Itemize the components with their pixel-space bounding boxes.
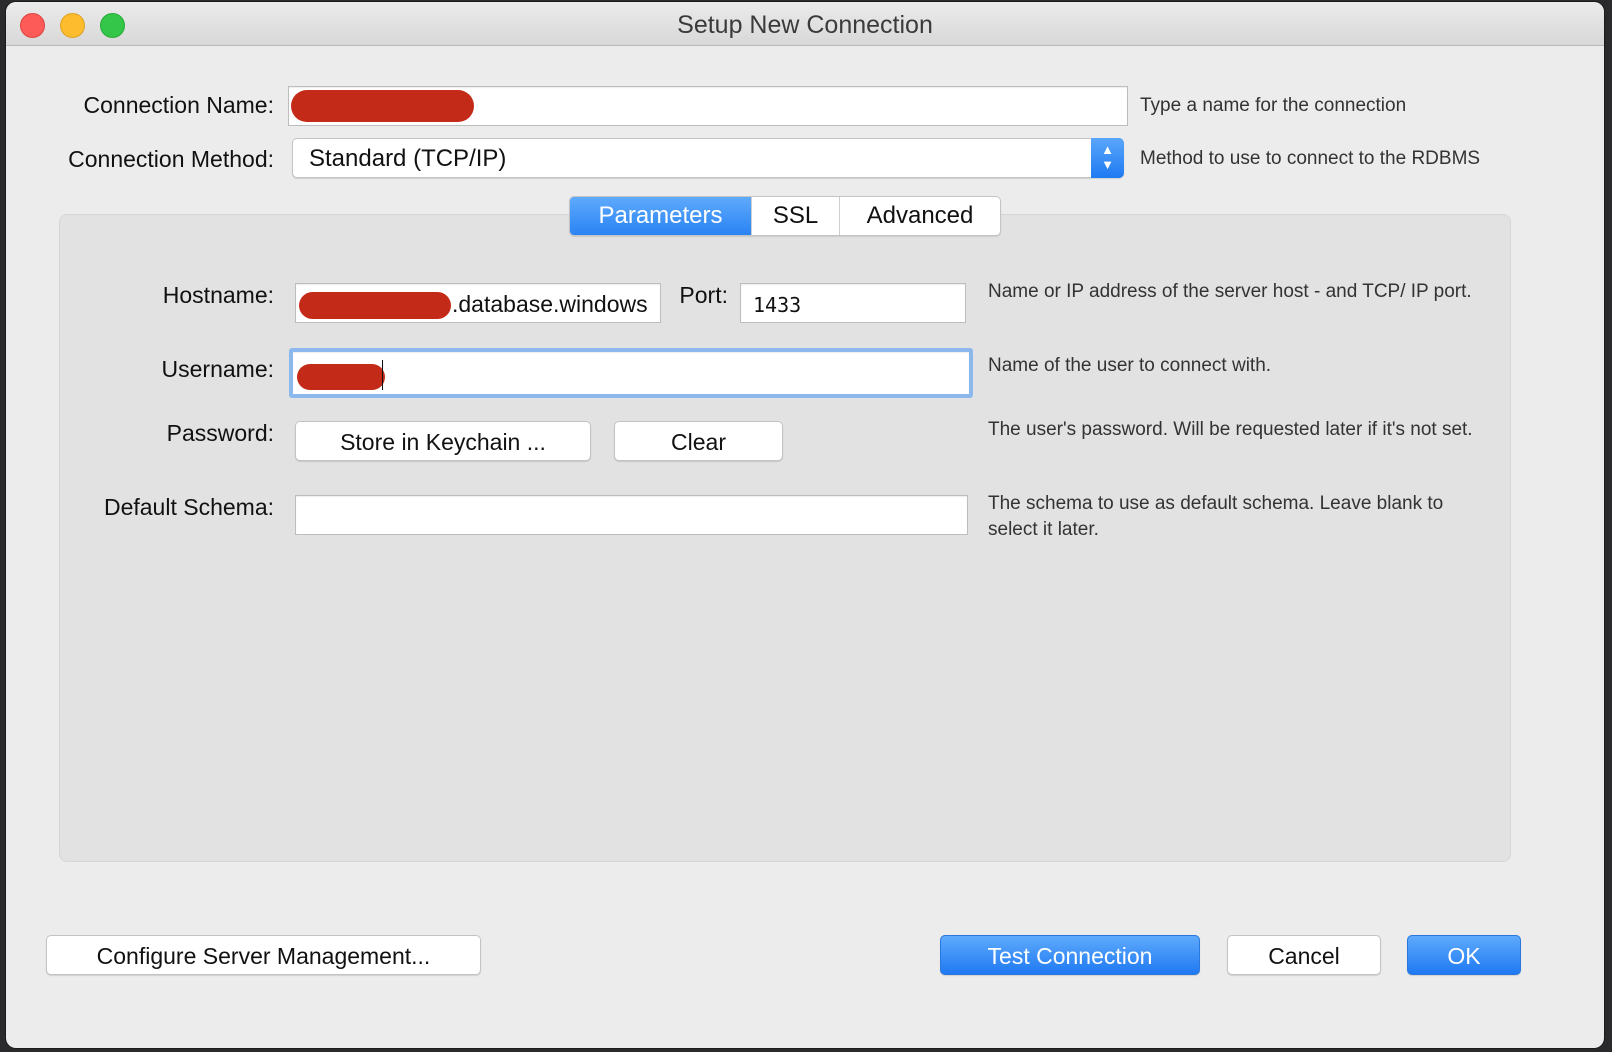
clear-password-button[interactable]: Clear	[614, 421, 783, 461]
username-label: Username:	[161, 356, 274, 382]
hostname-input[interactable]: .database.windows	[295, 283, 661, 323]
tab-advanced[interactable]: Advanced	[839, 197, 1000, 235]
configure-server-management-button[interactable]: Configure Server Management...	[46, 935, 481, 975]
connection-name-input[interactable]	[288, 86, 1128, 126]
tab-parameters[interactable]: Parameters	[570, 197, 751, 235]
default-schema-input[interactable]	[295, 495, 968, 535]
redacted-connection-name	[291, 90, 474, 122]
test-connection-button[interactable]: Test Connection	[940, 935, 1200, 975]
connection-name-hint: Type a name for the connection	[1140, 95, 1407, 116]
default-schema-hint: The schema to use as default schema. Lea…	[988, 493, 1444, 540]
window-title: Setup New Connection	[677, 11, 933, 39]
connection-method-select[interactable]: Standard (TCP/IP) ▲ ▼	[292, 138, 1124, 178]
port-input[interactable]: 1433	[740, 283, 966, 323]
username-hint: Name of the user to connect with.	[988, 355, 1272, 376]
password-label: Password:	[166, 420, 274, 446]
redacted-hostname	[299, 292, 451, 319]
default-schema-label: Default Schema:	[103, 494, 274, 520]
hostname-hint: Name or IP address of the server host - …	[988, 281, 1472, 302]
connection-method-value: Standard (TCP/IP)	[309, 145, 507, 172]
title-bar[interactable]: Setup New Connection	[6, 2, 1604, 46]
connection-method-hint: Method to use to connect to the RDBMS	[1140, 148, 1481, 169]
password-hint: The user's password. Will be requested l…	[988, 419, 1473, 440]
port-label: Port:	[679, 282, 728, 308]
ok-button[interactable]: OK	[1407, 935, 1521, 975]
port-value: 1433	[753, 293, 802, 317]
username-input[interactable]	[289, 348, 973, 398]
tab-ssl[interactable]: SSL	[751, 197, 839, 235]
connection-name-label: Connection Name:	[83, 92, 275, 118]
cancel-button[interactable]: Cancel	[1227, 935, 1381, 975]
tab-bar: Parameters SSL Advanced	[569, 196, 1001, 236]
select-stepper-icon[interactable]: ▲ ▼	[1091, 138, 1124, 178]
connection-method-label: Connection Method:	[68, 146, 274, 172]
setup-connection-window: Setup New Connection Connection Name: Ty…	[6, 2, 1604, 1048]
hostname-value: .database.windows	[452, 291, 648, 317]
text-caret	[382, 360, 383, 390]
hostname-label: Hostname:	[162, 282, 274, 308]
redacted-username	[297, 364, 385, 390]
store-in-keychain-button[interactable]: Store in Keychain ...	[295, 421, 591, 461]
